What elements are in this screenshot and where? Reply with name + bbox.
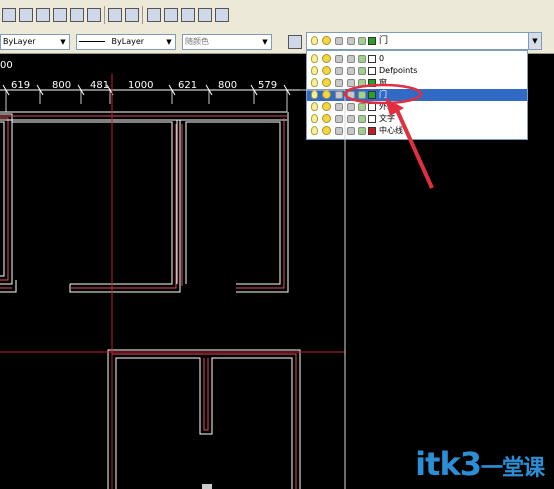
toolbar-separator <box>142 6 143 24</box>
lineweight-line-icon <box>79 41 105 42</box>
dimension-value: 800 <box>218 80 237 91</box>
dimension-values: 619 800 481 1000 621 800 579 <box>11 80 277 91</box>
dimension-value: 579 <box>258 80 277 91</box>
linetype-combo-value: ByLayer <box>3 37 36 46</box>
chevron-down-icon: ▼ <box>262 38 268 46</box>
linetype-combo[interactable]: ByLayer ▼ <box>0 34 70 50</box>
wall-stub <box>202 484 212 489</box>
bulb-icon <box>311 36 318 45</box>
cut-icon[interactable] <box>70 8 84 22</box>
match-properties-icon[interactable] <box>125 8 139 22</box>
drawing-canvas[interactable]: 00 619 800 481 1000 621 800 579 <box>0 54 554 489</box>
dimension-value: 621 <box>178 80 197 91</box>
viewport-freeze-icon <box>347 37 355 45</box>
plot-icon <box>358 37 366 45</box>
dimension-value: 800 <box>52 80 71 91</box>
properties-icon[interactable] <box>181 8 195 22</box>
watermark-chinese: 一堂课 <box>480 456 545 481</box>
toolbar-separator <box>104 6 105 24</box>
annotation-arrow-shaft <box>395 109 434 189</box>
markup-icon[interactable] <box>215 8 229 22</box>
extension-lines <box>5 90 288 112</box>
dimension-value: 619 <box>11 80 30 91</box>
standard-toolbar <box>0 0 554 32</box>
watermark: itk3一堂课 <box>415 445 545 483</box>
tool-palette-icon[interactable] <box>198 8 212 22</box>
annotation-ellipse <box>343 83 423 105</box>
lower-walls <box>107 349 301 489</box>
design-center-icon[interactable] <box>164 8 178 22</box>
preview-icon[interactable] <box>36 8 50 22</box>
save-icon[interactable] <box>2 8 16 22</box>
watermark-latin: itk3 <box>415 445 482 483</box>
print-icon[interactable] <box>19 8 33 22</box>
paste-icon[interactable] <box>108 8 122 22</box>
upper-walls <box>0 111 289 293</box>
chevron-down-icon: ▼ <box>166 38 172 46</box>
layer-manager-icon[interactable] <box>288 35 302 49</box>
color-combo-value: 随颜色 <box>185 37 209 46</box>
dimension-value: 481 <box>90 80 109 91</box>
copy-icon[interactable] <box>87 8 101 22</box>
lineweight-combo[interactable]: ByLayer ▼ <box>76 34 176 50</box>
color-combo[interactable]: 随颜色 ▼ <box>182 34 272 50</box>
sun-icon <box>322 36 331 45</box>
layer-combo[interactable]: 门 ▼ <box>306 32 542 50</box>
chevron-down-icon: ▼ <box>60 38 66 46</box>
publish-icon[interactable] <box>53 8 67 22</box>
dimension-value: 1000 <box>128 80 153 91</box>
current-layer-name: 门 <box>379 36 389 46</box>
chevron-down-icon[interactable]: ▼ <box>528 33 541 49</box>
dimension-label: 00 <box>0 60 13 71</box>
undo-icon[interactable] <box>147 8 161 22</box>
layer-color-swatch <box>368 37 376 45</box>
lineweight-combo-value: ByLayer <box>111 37 145 46</box>
lock-icon <box>335 37 343 45</box>
